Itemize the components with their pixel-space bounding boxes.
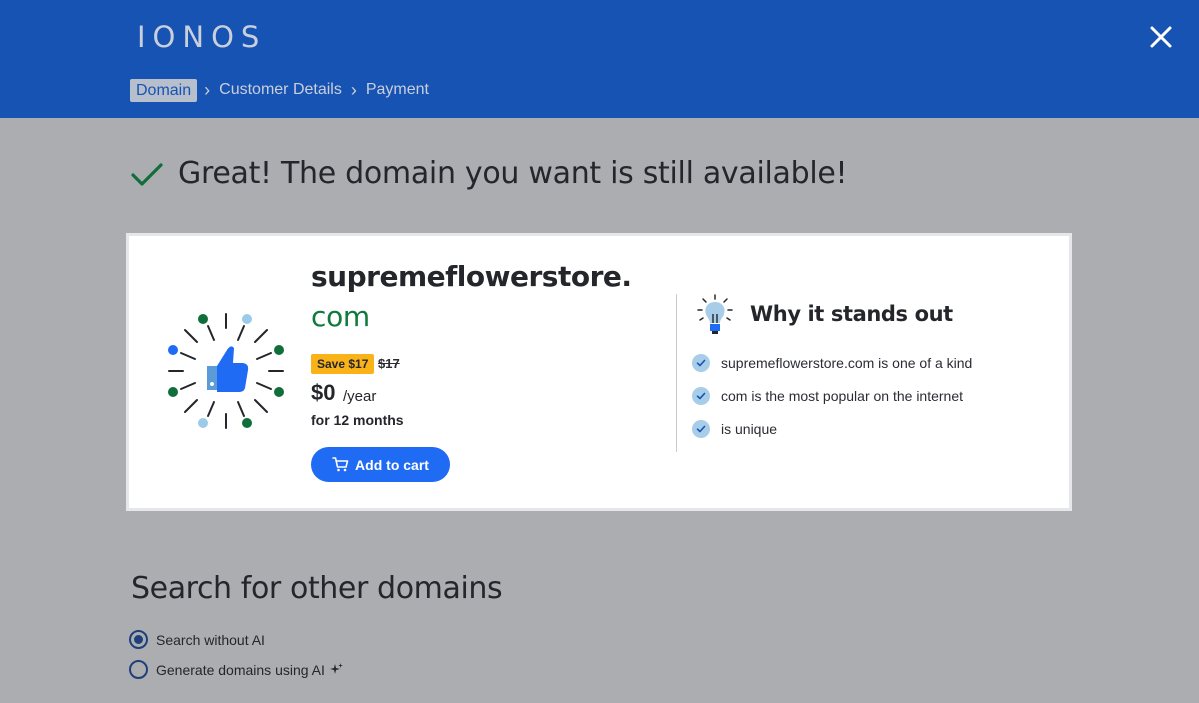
radio-label: Search without AI <box>156 631 265 648</box>
ionos-logo[interactable]: IONOS <box>137 20 266 54</box>
radio-button[interactable] <box>129 660 148 679</box>
close-button[interactable] <box>1146 22 1176 52</box>
domain-result-card: supremeflowerstore. com Save $17 $17 $0 … <box>126 233 1072 511</box>
sparkle-icon <box>329 663 343 674</box>
checkmark-icon <box>131 162 163 186</box>
cart-icon <box>332 457 349 472</box>
check-circle-icon <box>692 387 710 405</box>
feature-text: com is the most popular on the internet <box>721 388 964 404</box>
radio-generate-with-ai[interactable]: Generate domains using AI <box>129 660 343 679</box>
feature-item: supremeflowerstore.com is one of a kind <box>692 354 972 372</box>
card-divider <box>676 294 677 452</box>
save-badge: Save $17 <box>311 354 375 374</box>
top-header: IONOS Domain › Customer Details › Paymen… <box>0 0 1199 118</box>
thumbs-up-icon <box>168 313 284 429</box>
radio-search-without-ai[interactable]: Search without AI <box>129 630 265 649</box>
radio-button[interactable] <box>129 630 148 649</box>
add-to-cart-button[interactable]: Add to cart <box>311 447 450 482</box>
headline-text: Great! The domain you want is still avai… <box>178 156 848 191</box>
domain-name: supremeflowerstore. <box>311 260 632 293</box>
feature-item: is unique <box>692 420 777 438</box>
breadcrumb-customer-details[interactable]: Customer Details <box>217 81 344 99</box>
breadcrumb: Domain › Customer Details › Payment <box>130 78 431 102</box>
chevron-right-icon: › <box>350 79 357 100</box>
availability-headline: Great! The domain you want is still avai… <box>130 156 848 191</box>
price-period: /year <box>343 388 377 405</box>
breadcrumb-domain[interactable]: Domain <box>130 78 198 102</box>
check-circle-icon <box>692 420 710 438</box>
feature-item: com is the most popular on the internet <box>692 387 963 405</box>
breadcrumb-payment[interactable]: Payment <box>364 81 431 99</box>
feature-text: is unique <box>721 421 778 437</box>
price: $0 <box>311 380 336 405</box>
radio-label: Generate domains using AI <box>156 661 325 678</box>
domain-tld: com <box>311 300 370 333</box>
old-price: $17 <box>378 356 400 371</box>
why-title: Why it stands out <box>750 302 953 326</box>
add-to-cart-label: Add to cart <box>355 456 429 473</box>
chevron-right-icon: › <box>204 79 211 100</box>
lightbulb-icon <box>697 294 733 334</box>
price-term: for 12 months <box>311 412 404 428</box>
feature-text: supremeflowerstore.com is one of a kind <box>721 355 973 371</box>
close-icon <box>1150 26 1172 48</box>
search-section-title: Search for other domains <box>131 571 503 606</box>
check-circle-icon <box>692 354 710 372</box>
